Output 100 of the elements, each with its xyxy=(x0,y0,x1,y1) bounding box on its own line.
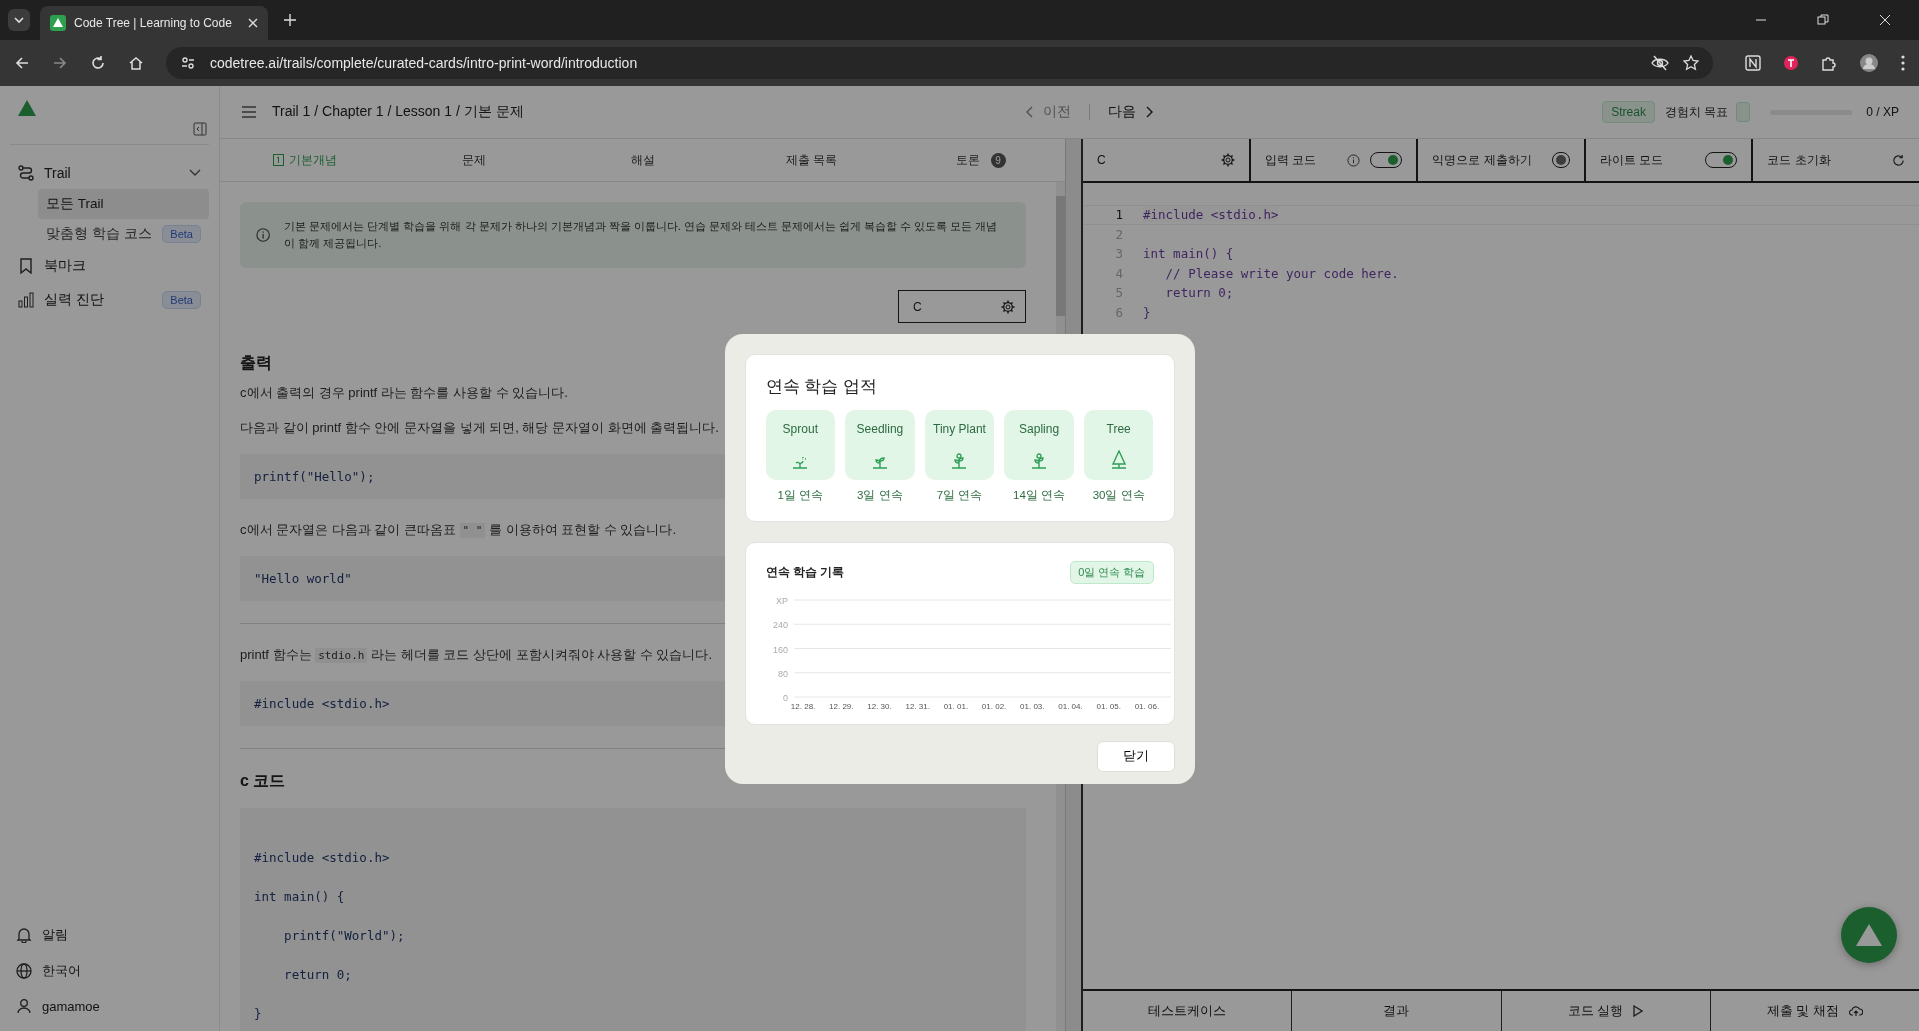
paragraph: c에서 출력의 경우 printf 라는 함수를 사용할 수 있습니다. xyxy=(240,384,568,402)
sidebar-item[interactable]: 북마크 xyxy=(10,249,209,283)
code-line: int main() { xyxy=(1143,246,1234,262)
menu-icon[interactable] xyxy=(1901,55,1905,71)
x-tick-label: 01. 05. xyxy=(1095,701,1121,711)
extension-icon[interactable] xyxy=(1783,55,1799,71)
section-heading: 출력 xyxy=(240,353,272,373)
close-button[interactable]: 닫기 xyxy=(1096,740,1175,772)
streak-count-badge: 0일 연속 학습 xyxy=(1070,560,1154,584)
bottom-tab[interactable]: 제출 및 채점 xyxy=(1710,991,1919,1031)
info-icon xyxy=(256,227,271,243)
globe-icon xyxy=(16,963,32,979)
streak-requirement: 30일 연속 xyxy=(1092,487,1145,503)
logo-icon[interactable] xyxy=(18,100,36,116)
code-block: #include <stdio.h> int main() { printf("World"); return 0; } xyxy=(240,808,1026,1031)
sidebar-item[interactable]: gamamoe xyxy=(10,989,209,1023)
sidebar-item[interactable]: 한국어 xyxy=(10,953,209,989)
achievement-badge: Tree xyxy=(1083,409,1154,480)
toggle-label: 입력 코드 xyxy=(1264,151,1316,169)
bell-icon xyxy=(16,927,32,943)
y-tick-label: 80 xyxy=(777,668,788,679)
settings-icon xyxy=(1220,153,1235,167)
sidebar-item[interactable]: 실력 진단 Beta xyxy=(10,283,209,317)
tree-icon xyxy=(1109,449,1128,470)
reload-icon[interactable] xyxy=(90,55,106,71)
browser-tab[interactable]: Code Tree | Learning to Code xyxy=(40,6,268,40)
y-tick-label: 240 xyxy=(772,619,788,630)
x-tick-label: 01. 01. xyxy=(943,701,968,711)
chevron-icon[interactable] xyxy=(189,169,201,177)
xp-indicator xyxy=(1736,102,1751,122)
sidebar-collapse-icon[interactable] xyxy=(193,122,207,136)
new-tab-icon[interactable] xyxy=(284,14,296,26)
tab[interactable]: 토론 9 xyxy=(896,151,1065,169)
chevron-left-icon xyxy=(1025,106,1034,118)
info-icon[interactable] xyxy=(1347,153,1361,167)
address-bar[interactable]: codetree.ai/trails/complete/curated-cards/intro-print-word/introduction xyxy=(166,47,1713,79)
site-icon xyxy=(50,15,66,31)
bottom-tab[interactable]: 코드 실행 xyxy=(1501,991,1711,1031)
eye-slash-icon[interactable] xyxy=(1651,55,1669,71)
x-tick-label: 12. 28. xyxy=(790,701,815,711)
sidebar-item[interactable]: 알림 xyxy=(10,917,209,953)
close-icon[interactable] xyxy=(248,18,258,28)
site-settings-icon[interactable] xyxy=(180,55,196,71)
breadcrumb: Trail 1 / Chapter 1 / Lesson 1 / 기본 문제 xyxy=(272,103,524,121)
achievement-badge: Sapling xyxy=(1004,409,1074,480)
beta-badge: Beta xyxy=(162,291,201,309)
achievement-badge: Seedling xyxy=(845,409,915,480)
user-icon xyxy=(16,998,32,1014)
line-number: 1 xyxy=(1114,207,1124,223)
sidebar-subitem[interactable]: 모든 Trail xyxy=(38,189,209,219)
language-select[interactable]: C xyxy=(1083,139,1251,181)
close-icon[interactable] xyxy=(1879,14,1891,26)
forward-icon[interactable] xyxy=(52,55,68,71)
number-icon xyxy=(272,154,284,166)
paragraph: c에서 문자열은 다음과 같이 큰따옴표 " " 를 이용하여 표현할 수 있습니다. xyxy=(240,521,677,539)
bookmark-icon xyxy=(18,258,34,274)
tab[interactable]: 문제 xyxy=(389,151,558,169)
y-tick-label: 0 xyxy=(782,692,788,703)
scrollbar-thumb[interactable] xyxy=(1056,196,1065,316)
x-tick-label: 12. 29. xyxy=(828,701,854,711)
logo-button[interactable] xyxy=(1841,907,1897,963)
reset-code-button[interactable]: 코드 초기화 xyxy=(1753,139,1919,181)
restore-icon[interactable] xyxy=(1817,14,1829,26)
puzzle-icon[interactable] xyxy=(1821,55,1837,71)
x-tick-label: 01. 06. xyxy=(1134,701,1159,711)
chart-title: 연속 학습 기록 xyxy=(765,564,844,580)
paragraph: printf 함수는 stdio.h 라는 헤더를 코드 상단에 포함시켜줘야 사용할 수 있습니다. xyxy=(240,646,712,664)
notice-text: 기본 문제에서는 단계별 학습을 위해 각 문제가 하나의 기본개념과 짝을 이룹니다. 연습 문제와 테스트 문제에서는 쉽게 복습할 수 있도록 모든 개념이 함께 제공됩니다. xyxy=(284,219,999,251)
play-icon xyxy=(1633,1005,1644,1017)
triangle-icon xyxy=(1855,923,1883,947)
star-icon[interactable] xyxy=(1683,55,1699,71)
bar-chart-icon xyxy=(18,292,34,308)
dialog-title: 연속 학습 업적 xyxy=(765,375,878,398)
sidebar-item[interactable]: Trail xyxy=(10,157,209,189)
bottom-tab[interactable]: 테스트케이스 xyxy=(1083,991,1293,1031)
extension-icon[interactable] xyxy=(1745,55,1761,71)
home-icon[interactable] xyxy=(128,55,144,71)
x-tick-label: 12. 30. xyxy=(866,701,892,711)
plant-icon xyxy=(1030,451,1049,470)
xp-goal-label: 경험치 목표 xyxy=(1664,103,1729,121)
chevron-right-icon xyxy=(1146,106,1155,118)
next-button[interactable]: 다음 xyxy=(1108,103,1155,121)
sidebar-subitem[interactable]: 맞춤형 학습 코스 Beta xyxy=(38,219,209,249)
achievement-badge: Tiny Plant xyxy=(924,409,995,480)
tab[interactable]: 해설 xyxy=(558,151,727,169)
cloud-upload-icon xyxy=(1849,1005,1863,1017)
avatar-icon[interactable] xyxy=(1859,53,1879,73)
tab-list-icon[interactable] xyxy=(8,9,30,31)
x-tick-label: 01. 04. xyxy=(1057,701,1083,711)
x-tick-label: 01. 02. xyxy=(981,701,1006,711)
x-tick-label: 12. 31. xyxy=(904,701,930,711)
beta-badge: Beta xyxy=(162,225,201,243)
code-line: return 0; xyxy=(1164,285,1234,301)
language-select[interactable]: C xyxy=(898,290,1026,323)
back-icon[interactable] xyxy=(14,55,30,71)
code-line: // Please write your code here. xyxy=(1164,265,1399,281)
achievement-badge: Sprout xyxy=(765,409,836,480)
tab[interactable]: 제출 목록 xyxy=(727,151,896,169)
section-heading: c 코드 xyxy=(240,771,286,791)
bottom-tab[interactable]: 결과 xyxy=(1292,991,1502,1031)
